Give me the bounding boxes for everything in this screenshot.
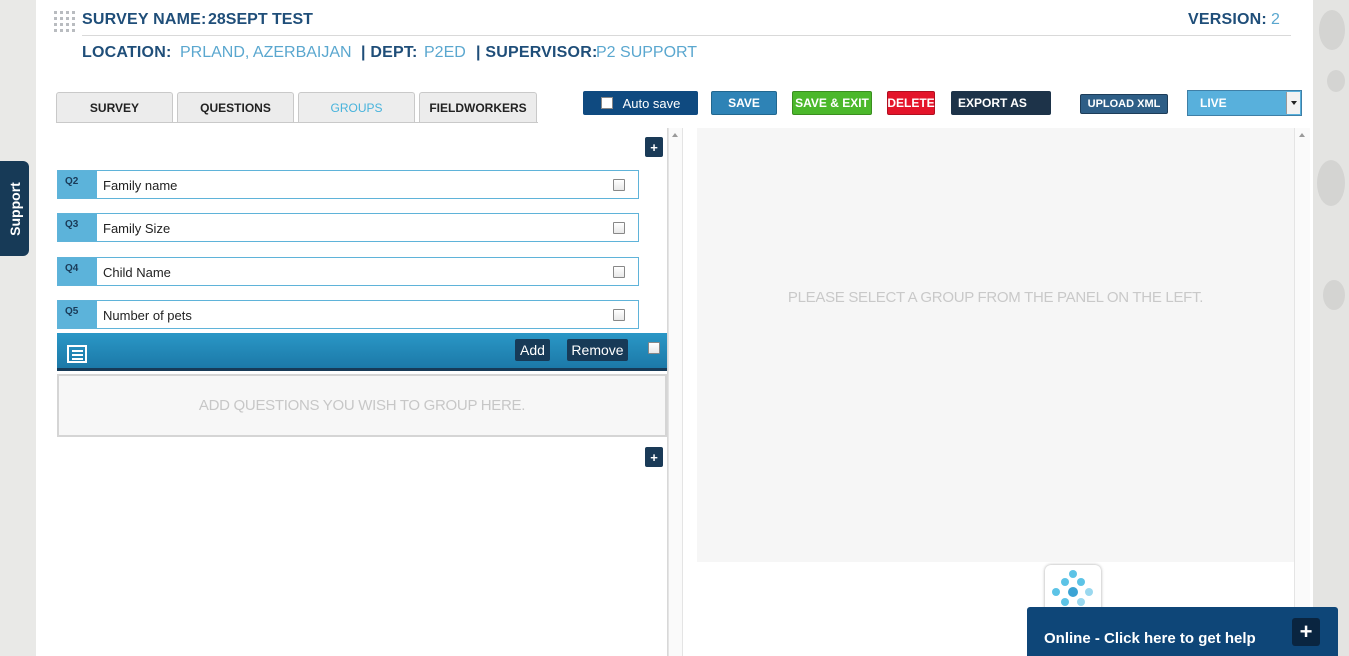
autosave-toggle[interactable]: Auto save <box>583 91 698 115</box>
chevron-down-icon[interactable] <box>1286 92 1300 114</box>
left-scrollbar[interactable] <box>668 128 683 656</box>
autosave-checkbox[interactable] <box>600 97 613 109</box>
tab-groups[interactable]: GROUPS <box>298 92 415 123</box>
question-text: Family name <box>103 178 178 193</box>
question-checkbox[interactable] <box>613 309 625 321</box>
scroll-up-icon[interactable] <box>672 133 678 137</box>
background-map <box>1313 0 1349 656</box>
supervisor-label: | SUPERVISOR: <box>476 44 598 61</box>
support-label: Support <box>6 181 23 236</box>
add-group-top-button[interactable]: + <box>645 137 663 157</box>
supervisor-value: P2 SUPPORT <box>596 44 698 61</box>
add-group-bottom-button[interactable]: + <box>645 447 663 467</box>
question-text: Child Name <box>103 265 171 280</box>
location-value: PRLAND, AZERBAIJAN <box>180 44 352 61</box>
help-text: Online - Click here to get help <box>1044 630 1256 647</box>
empty-state-message: PLEASE SELECT A GROUP FROM THE PANEL ON … <box>787 289 1204 306</box>
add-button[interactable]: Add <box>515 339 550 361</box>
group-detail-panel: PLEASE SELECT A GROUP FROM THE PANEL ON … <box>697 128 1294 562</box>
remove-button[interactable]: Remove <box>567 339 628 361</box>
question-number: Q2 <box>58 171 97 198</box>
group-checkbox[interactable] <box>648 342 660 354</box>
version-label: VERSION: <box>1188 11 1267 28</box>
support-tab[interactable]: Support <box>0 161 29 256</box>
status-select[interactable]: LIVE <box>1187 90 1302 116</box>
tab-survey[interactable]: SURVEY <box>56 92 173 123</box>
group-drop-zone[interactable]: ADD QUESTIONS YOU WISH TO GROUP HERE. <box>57 374 667 437</box>
expand-help-button[interactable]: + <box>1292 618 1320 646</box>
list-icon <box>67 345 87 363</box>
question-checkbox[interactable] <box>613 179 625 191</box>
tab-questions[interactable]: QUESTIONS <box>177 92 294 123</box>
upload-xml-button[interactable]: UPLOAD XML <box>1080 94 1168 114</box>
question-number: Q3 <box>58 214 97 241</box>
question-checkbox[interactable] <box>613 222 625 234</box>
version-value: 2 <box>1271 11 1280 28</box>
status-select-value: LIVE <box>1200 96 1227 110</box>
survey-name-value: 28SEPT TEST <box>208 11 313 28</box>
grid-icon[interactable] <box>54 11 75 32</box>
export-as-button[interactable]: EXPORT AS <box>951 91 1051 115</box>
delete-button[interactable]: DELETE <box>887 91 935 115</box>
right-scrollbar[interactable] <box>1294 128 1310 656</box>
question-row[interactable]: Q2 Family name <box>57 170 639 199</box>
help-chat-bar[interactable]: Online - Click here to get help + <box>1027 607 1338 656</box>
autosave-label: Auto save <box>622 95 681 111</box>
survey-name-label: SURVEY NAME: <box>82 11 207 28</box>
question-row[interactable]: Q4 Child Name <box>57 257 639 286</box>
question-text: Number of pets <box>103 308 192 323</box>
tabs-baseline <box>56 122 538 123</box>
question-checkbox[interactable] <box>613 266 625 278</box>
tab-fieldworkers[interactable]: FIELDWORKERS <box>419 92 537 123</box>
question-row[interactable]: Q5 Number of pets <box>57 300 639 329</box>
question-text: Family Size <box>103 221 171 236</box>
question-row[interactable]: Q3 Family Size <box>57 213 639 242</box>
location-label: LOCATION: <box>82 44 172 61</box>
group-header: Add Remove <box>57 333 667 371</box>
question-number: Q5 <box>58 301 97 328</box>
save-exit-button[interactable]: SAVE & EXIT <box>792 91 872 115</box>
header-divider <box>82 35 1291 36</box>
save-button[interactable]: SAVE <box>711 91 777 115</box>
dept-value: P2ED <box>424 44 466 61</box>
dept-label: | DEPT: <box>361 44 418 61</box>
question-number: Q4 <box>58 258 97 285</box>
scroll-up-icon[interactable] <box>1299 133 1305 137</box>
